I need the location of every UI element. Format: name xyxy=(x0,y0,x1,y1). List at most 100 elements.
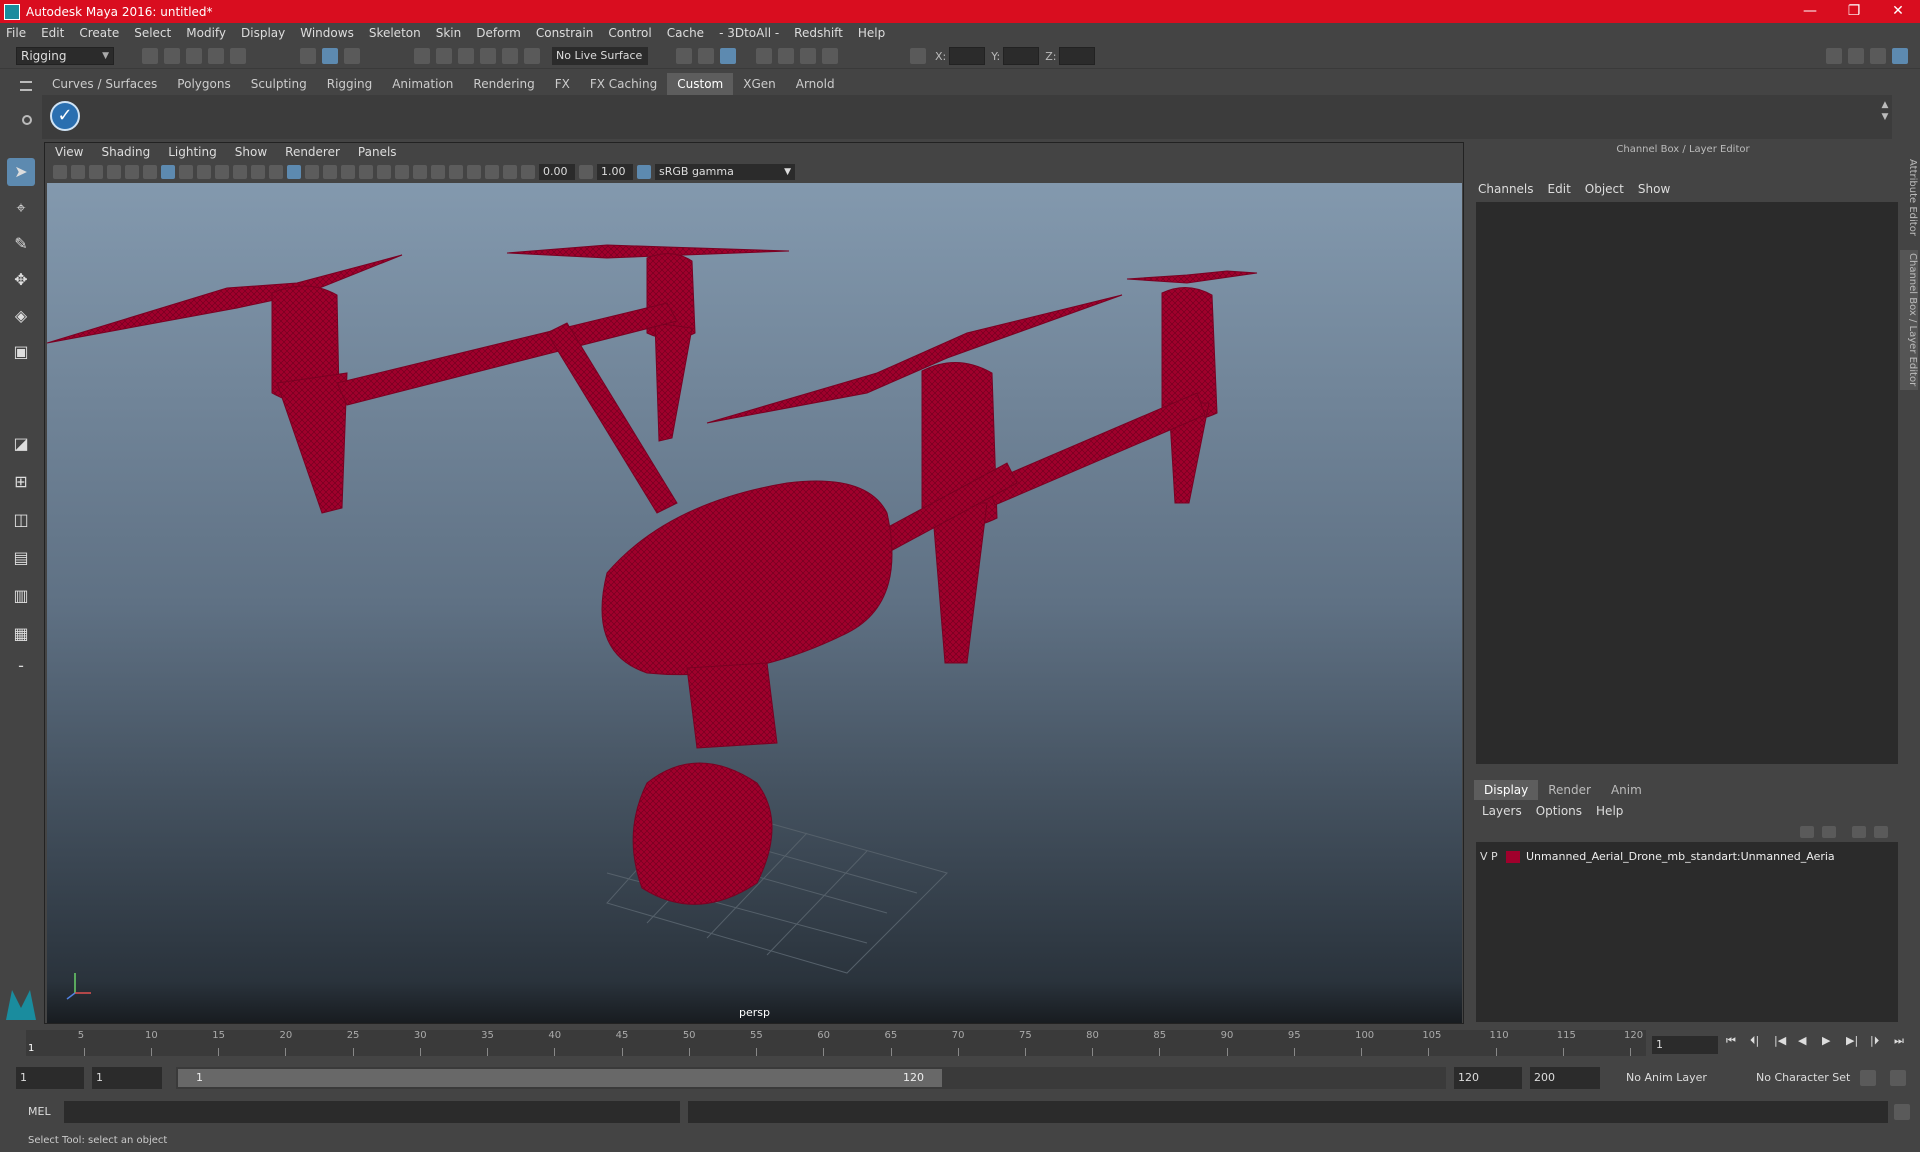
live-surface-field[interactable]: No Live Surface xyxy=(552,47,648,65)
shadows-icon[interactable] xyxy=(377,165,391,179)
select-object-icon[interactable] xyxy=(322,48,338,64)
tab-custom[interactable]: Custom xyxy=(667,73,734,95)
snap-view-plane-icon[interactable] xyxy=(480,48,496,64)
snap-curve-icon[interactable] xyxy=(436,48,452,64)
tab-render[interactable]: Render xyxy=(1538,780,1601,800)
close-button[interactable]: ✕ xyxy=(1876,0,1920,23)
camera-lock-icon[interactable] xyxy=(71,165,85,179)
motion-blur-icon[interactable] xyxy=(413,165,427,179)
menu-skeleton[interactable]: Skeleton xyxy=(369,26,421,40)
2d-pan-zoom-icon[interactable] xyxy=(125,165,139,179)
paint-select-tool-icon[interactable]: ✎ xyxy=(7,230,35,258)
tab-curves-surfaces[interactable]: Curves / Surfaces xyxy=(42,73,167,95)
redo-icon[interactable] xyxy=(230,48,246,64)
output-ops-icon[interactable] xyxy=(698,48,714,64)
character-set-dropdown[interactable]: No Character Set xyxy=(1752,1067,1868,1089)
render-settings-icon[interactable] xyxy=(800,48,816,64)
layout-two-view-icon[interactable]: ◫ xyxy=(7,506,35,534)
construction-history-icon[interactable] xyxy=(720,48,736,64)
menu-control[interactable]: Control xyxy=(608,26,651,40)
menu-select[interactable]: Select xyxy=(134,26,171,40)
hypershade-icon[interactable] xyxy=(822,48,838,64)
range-handle[interactable]: 1 120 xyxy=(178,1069,942,1087)
step-forward-icon[interactable]: |⏵ xyxy=(1870,1034,1884,1050)
menu-help[interactable]: Help xyxy=(858,26,885,40)
absolute-transform-icon[interactable] xyxy=(910,48,926,64)
layer-menu-help[interactable]: Help xyxy=(1596,804,1623,818)
command-input[interactable] xyxy=(64,1101,680,1123)
gate-mask-icon[interactable] xyxy=(215,165,229,179)
channel-box-menu-edit[interactable]: Edit xyxy=(1548,182,1571,196)
layout-persp-graph-icon[interactable]: ▤ xyxy=(7,544,35,572)
tab-rendering[interactable]: Rendering xyxy=(463,73,544,95)
move-layer-up-icon[interactable] xyxy=(1800,826,1814,838)
step-back-key-icon[interactable]: |◀ xyxy=(1774,1034,1788,1050)
channel-box-menu-show[interactable]: Show xyxy=(1638,182,1670,196)
minimize-button[interactable]: — xyxy=(1788,0,1832,23)
viewport-menu-show[interactable]: Show xyxy=(235,145,267,159)
maximize-button[interactable]: ❐ xyxy=(1832,0,1876,23)
attribute-editor-side-tab[interactable]: Attribute Editor xyxy=(1900,152,1918,242)
smooth-shade-icon[interactable] xyxy=(305,165,319,179)
xray-icon[interactable] xyxy=(485,165,499,179)
menu-windows[interactable]: Windows xyxy=(300,26,354,40)
field-chart-icon[interactable] xyxy=(233,165,247,179)
safe-action-icon[interactable] xyxy=(251,165,265,179)
menu-redshift[interactable]: Redshift xyxy=(794,26,843,40)
input-ops-icon[interactable] xyxy=(676,48,692,64)
shelf-scroll-arrows[interactable]: ▲ ▼ xyxy=(1878,99,1892,123)
depth-of-field-icon[interactable] xyxy=(449,165,463,179)
save-scene-icon[interactable] xyxy=(186,48,202,64)
x-input[interactable] xyxy=(949,47,986,65)
ipr-render-icon[interactable] xyxy=(778,48,794,64)
layout-four-view-icon[interactable]: ⊞ xyxy=(7,468,35,496)
step-forward-key-icon[interactable]: ▶| xyxy=(1846,1034,1860,1050)
script-language-label[interactable]: MEL xyxy=(28,1105,51,1118)
tab-fx-caching[interactable]: FX Caching xyxy=(580,73,667,95)
tab-rigging[interactable]: Rigging xyxy=(317,73,382,95)
color-management-icon[interactable] xyxy=(637,165,651,179)
exposure-icon[interactable] xyxy=(521,165,535,179)
isolate-select-icon[interactable] xyxy=(467,165,481,179)
playback-end-field[interactable]: 120 xyxy=(1454,1067,1522,1089)
current-frame-field[interactable]: 1 xyxy=(1652,1036,1718,1054)
layer-row[interactable]: V P Unmanned_Aerial_Drone_mb_standart:Un… xyxy=(1480,850,1835,863)
menu-create[interactable]: Create xyxy=(79,26,119,40)
new-layer-selected-icon[interactable] xyxy=(1874,826,1888,838)
menu-skin[interactable]: Skin xyxy=(436,26,462,40)
menu-cache[interactable]: Cache xyxy=(667,26,704,40)
layout-hypershade-icon[interactable]: ▦ xyxy=(7,620,35,648)
tab-xgen[interactable]: XGen xyxy=(733,73,786,95)
snap-surface-icon[interactable] xyxy=(502,48,518,64)
menu-set-dropdown[interactable]: Rigging ▼ xyxy=(16,47,114,65)
open-scene-icon[interactable] xyxy=(164,48,180,64)
animation-prefs-icon[interactable] xyxy=(1890,1070,1906,1086)
menu-3dtoall[interactable]: - 3DtoAll - xyxy=(719,26,779,40)
custom-shelf-check-button[interactable]: ✓ xyxy=(50,101,80,131)
wireframe-icon[interactable] xyxy=(287,165,301,179)
play-forwards-icon[interactable]: ▶ xyxy=(1822,1034,1836,1050)
layer-menu-layers[interactable]: Layers xyxy=(1482,804,1522,818)
grease-pencil-icon[interactable] xyxy=(143,165,157,179)
time-slider-track[interactable]: 1 5 10 15 20 25 30 35 40 45 50 55 60 65 70 75 80 85 90 95 1… xyxy=(26,1030,1646,1056)
3d-viewport[interactable]: persp xyxy=(47,183,1462,1023)
view-transform-dropdown[interactable]: sRGB gamma ▼ xyxy=(655,164,795,180)
gamma-icon[interactable] xyxy=(579,165,593,179)
select-hierarchy-icon[interactable] xyxy=(300,48,316,64)
gamma-field[interactable]: 1.00 xyxy=(597,164,633,180)
exposure-field[interactable]: 0.00 xyxy=(539,164,575,180)
tool-settings-toggle-icon[interactable] xyxy=(1870,48,1886,64)
resolution-gate-icon[interactable] xyxy=(197,165,211,179)
channel-box-toggle-icon[interactable] xyxy=(1892,48,1908,64)
snap-point-icon[interactable] xyxy=(458,48,474,64)
viewport-menu-view[interactable]: View xyxy=(55,145,83,159)
tab-anim[interactable]: Anim xyxy=(1600,780,1652,800)
channel-box-menu-channels[interactable]: Channels xyxy=(1478,182,1534,196)
playback-start-field[interactable]: 1 xyxy=(92,1067,162,1089)
script-editor-icon[interactable] xyxy=(1894,1104,1910,1120)
menu-constrain[interactable]: Constrain xyxy=(536,26,594,40)
menu-display[interactable]: Display xyxy=(241,26,285,40)
step-back-icon[interactable]: ⏴| xyxy=(1750,1034,1764,1050)
y-input[interactable] xyxy=(1003,47,1040,65)
go-to-start-icon[interactable]: ⏮ xyxy=(1726,1034,1740,1050)
